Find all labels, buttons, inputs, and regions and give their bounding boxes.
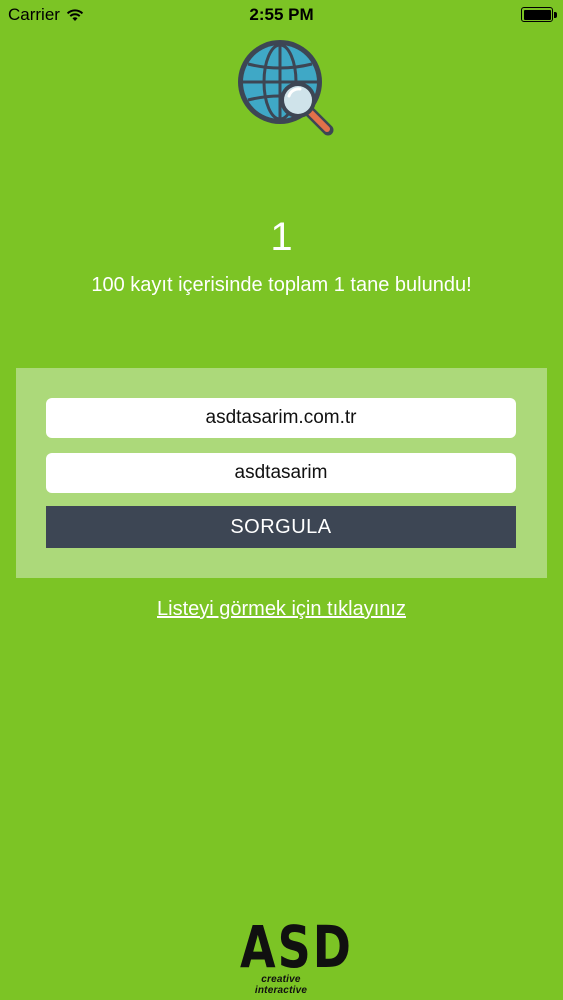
- view-list-link[interactable]: Listeyi görmek için tıklayınız: [0, 598, 563, 621]
- query-form: SORGULA: [16, 368, 547, 578]
- result-summary: 100 kayıt içerisinde toplam 1 tane bulun…: [91, 274, 472, 296]
- status-time: 2:55 PM: [249, 5, 314, 24]
- status-bar: Carrier 2:55 PM: [0, 0, 563, 30]
- result-count: 1: [270, 215, 293, 259]
- logo-text: ASD: [240, 913, 353, 981]
- query-button[interactable]: SORGULA: [46, 506, 516, 548]
- battery-icon: [521, 7, 557, 22]
- name-input[interactable]: [46, 453, 516, 493]
- globe-search-icon: [238, 40, 334, 136]
- domain-input[interactable]: [46, 398, 516, 438]
- brand-logo: ASD creative interactive: [240, 913, 353, 996]
